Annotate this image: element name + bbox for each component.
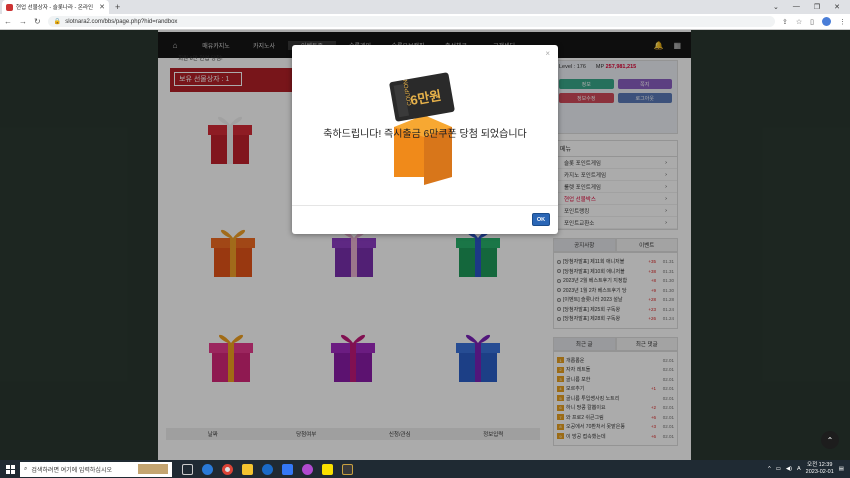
- app-icon[interactable]: [342, 463, 353, 475]
- windows-taskbar: ⌕ 검색하려면 여기에 입력하십시오 ^ ▭ ◀) A 오전 12:39 202…: [0, 460, 850, 478]
- taskbar-search-placeholder: 검색하려면 여기에 입력하십시오: [31, 467, 112, 474]
- browser-tab[interactable]: 현업 선물상자 - 슬롯나라 - 온라인 ✕: [2, 0, 109, 14]
- window-controls: ⌄ — ❐ ✕: [773, 3, 850, 11]
- prize-message: 축하드립니다! 즉시출금 6만쿠폰 당첨 되었습니다: [323, 129, 527, 140]
- prize-modal: × COUPON 6만원 축하드립니다! 즉시출금 6만쿠폰 당첨 되었습니다 …: [292, 45, 558, 234]
- browser-toolbar: ← → ↻ 🔒 slotnara2.com/bbs/page.php?hid=r…: [0, 14, 850, 30]
- edge-icon[interactable]: [202, 463, 213, 475]
- browser-tab-strip: 현업 선물상자 - 슬롯나라 - 온라인 ✕ + ⌄ — ❐ ✕: [0, 0, 850, 14]
- maximize-icon[interactable]: ❐: [814, 3, 820, 11]
- task-view-icon[interactable]: [182, 463, 193, 475]
- minimize-icon[interactable]: —: [793, 3, 800, 11]
- search-highlight-image: [138, 464, 168, 474]
- start-button[interactable]: [0, 464, 20, 474]
- ie-icon[interactable]: [262, 463, 273, 475]
- search-icon: ⌕: [24, 465, 28, 472]
- taskbar-apps: [182, 463, 353, 475]
- system-tray: ^ ▭ ◀) A 오전 12:39 2023-02-01 ▤: [768, 462, 850, 476]
- back-icon[interactable]: ←: [4, 17, 12, 26]
- address-bar[interactable]: 🔒 slotnara2.com/bbs/page.php?hid=randbox: [47, 16, 775, 27]
- clock-time: 오전 12:39: [807, 462, 833, 468]
- profile-avatar[interactable]: [822, 17, 831, 26]
- menu-dots-icon[interactable]: ⋮: [839, 18, 846, 26]
- close-window-icon[interactable]: ✕: [834, 3, 840, 11]
- site-favicon-icon: [6, 3, 13, 11]
- collapse-icon[interactable]: ⌄: [773, 3, 779, 11]
- volume-icon[interactable]: ◀): [786, 466, 792, 472]
- lock-icon: 🔒: [53, 19, 62, 25]
- tab-title: 현업 선물상자 - 슬롯나라 - 온라인: [16, 5, 94, 11]
- modal-close-icon[interactable]: ×: [545, 49, 550, 58]
- bookmark-star-icon[interactable]: ☆: [796, 18, 802, 26]
- taskbar-search[interactable]: ⌕ 검색하려면 여기에 입력하십시오: [20, 461, 172, 477]
- new-tab-icon[interactable]: +: [115, 2, 120, 12]
- kakaotalk-icon[interactable]: [322, 463, 333, 475]
- ok-button[interactable]: OK: [532, 213, 550, 226]
- clock[interactable]: 오전 12:39 2023-02-01: [806, 462, 834, 476]
- sidepanel-icon[interactable]: ▯: [810, 18, 814, 26]
- notification-icon[interactable]: ▤: [839, 466, 844, 472]
- modal-footer: OK: [292, 205, 558, 234]
- share-icon[interactable]: ⇪: [782, 18, 788, 26]
- file-explorer-icon[interactable]: [242, 463, 253, 475]
- chevron-up-icon: ⌃: [826, 435, 834, 445]
- url-text: slotnara2.com/bbs/page.php?hid=randbox: [65, 18, 178, 25]
- messenger-icon[interactable]: [302, 463, 313, 475]
- forward-icon[interactable]: →: [19, 17, 27, 26]
- windows-logo-icon: [5, 464, 15, 474]
- chrome-icon[interactable]: [222, 463, 233, 475]
- network-icon[interactable]: ▭: [776, 466, 781, 472]
- clock-date: 2023-02-01: [805, 469, 834, 475]
- toolbar-actions: ⇪ ☆ ▯ ⋮: [782, 17, 846, 26]
- tray-chevron-icon[interactable]: ^: [768, 466, 771, 472]
- tab-close-icon[interactable]: ✕: [99, 3, 105, 11]
- ime-icon[interactable]: A: [797, 466, 801, 472]
- browser-app-icon[interactable]: [282, 463, 293, 475]
- reload-icon[interactable]: ↻: [34, 17, 41, 26]
- scroll-top-button[interactable]: ⌃: [821, 431, 839, 449]
